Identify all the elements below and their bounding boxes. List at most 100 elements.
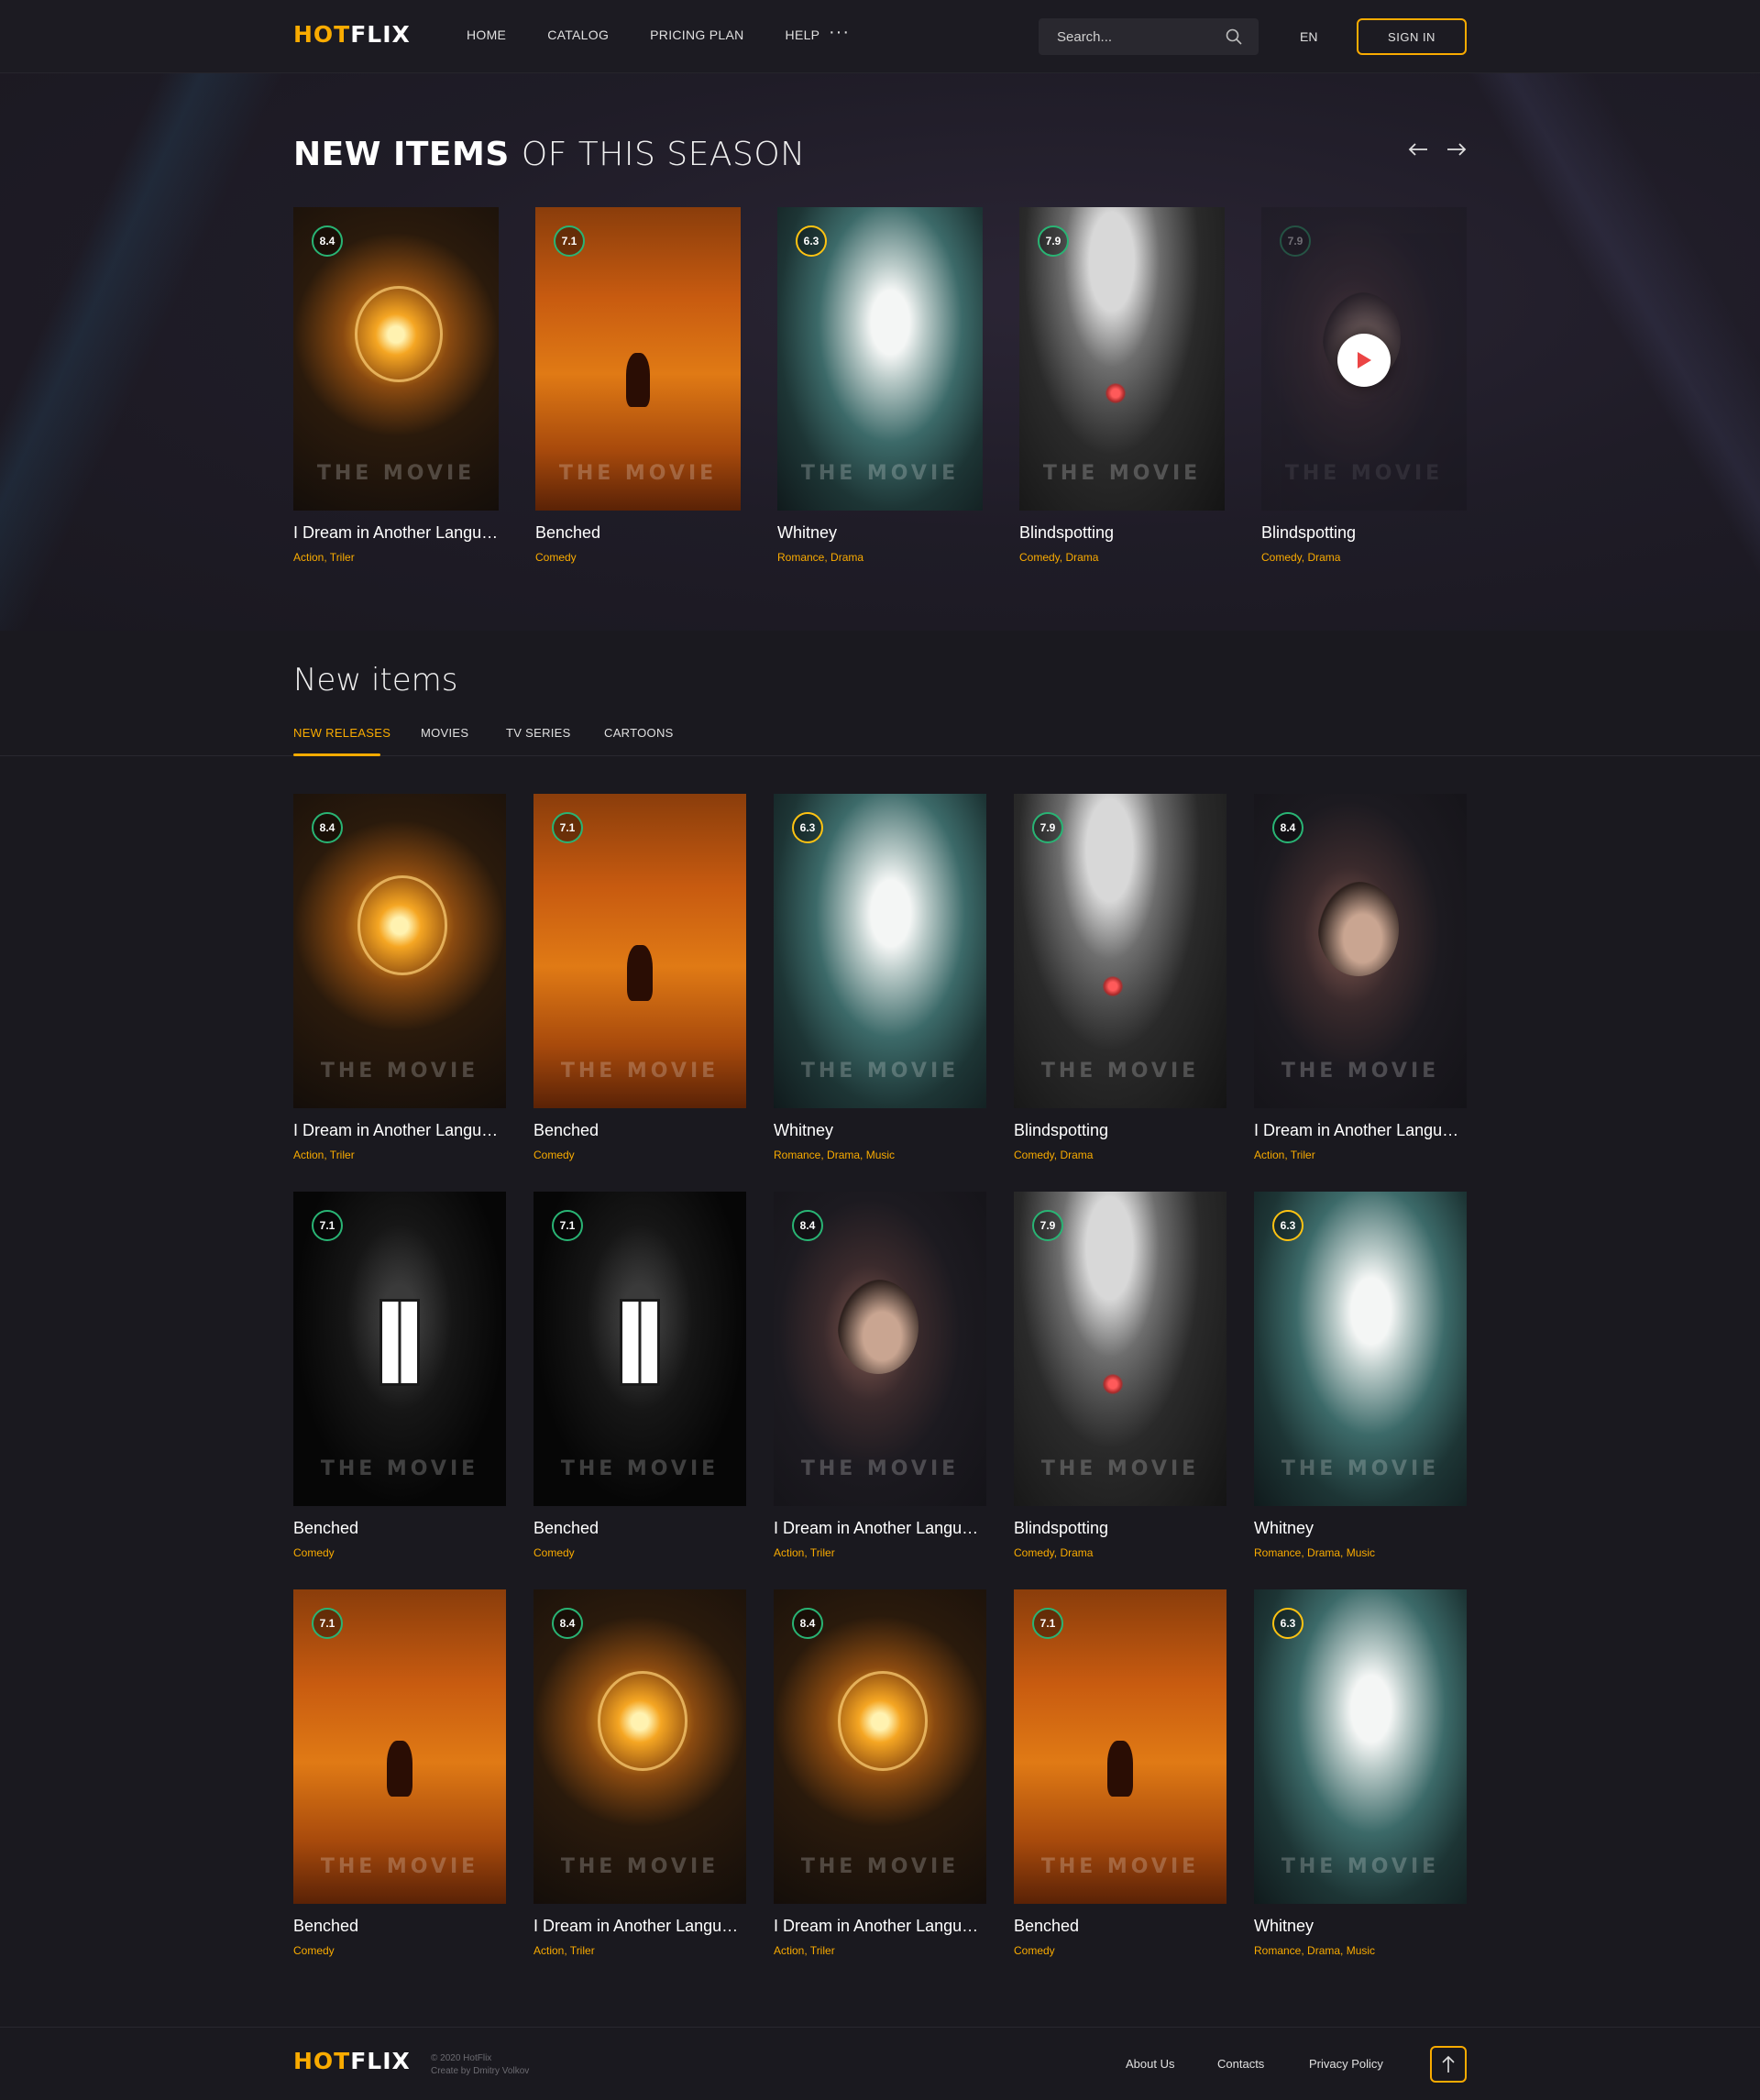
section-title: New items: [293, 662, 458, 698]
footer-link-privacy[interactable]: Privacy Policy: [1309, 2057, 1383, 2071]
movie-title[interactable]: Benched: [534, 1121, 746, 1140]
more-menu-icon[interactable]: ···: [829, 22, 850, 43]
hero-title-bold: NEW ITEMS: [293, 136, 510, 173]
nav-catalog[interactable]: CATALOG: [547, 27, 609, 42]
rating-badge: 8.4: [1272, 812, 1304, 843]
footer-logo-hot: HOT: [293, 2048, 351, 2074]
rating-badge: 8.4: [552, 1608, 583, 1639]
movie-title[interactable]: Benched: [535, 523, 741, 543]
arrow-left-icon[interactable]: [1408, 142, 1428, 161]
search-icon[interactable]: [1226, 28, 1242, 49]
language-selector[interactable]: EN: [1300, 29, 1317, 44]
movie-genres[interactable]: Comedy: [293, 1944, 335, 1957]
nav-pricing-plan[interactable]: PRICING PLAN: [650, 27, 743, 42]
rating-badge: 7.1: [552, 1210, 583, 1241]
movie-genres[interactable]: Action, Triler: [534, 1944, 595, 1957]
rating-badge: 7.9: [1032, 812, 1063, 843]
hero-title-light: OF THIS SEASON: [521, 136, 806, 173]
movie-title[interactable]: I Dream in Another Language: [534, 1917, 746, 1936]
movie-genres[interactable]: Comedy: [535, 551, 577, 564]
movie-genres[interactable]: Comedy: [534, 1149, 575, 1161]
movie-genres[interactable]: Action, Triler: [293, 1149, 355, 1161]
search-box: [1039, 18, 1259, 55]
tab-new-releases[interactable]: NEW RELEASES: [293, 726, 390, 740]
arrow-right-icon[interactable]: [1446, 142, 1467, 161]
poster-watermark: THE MOVIE: [1042, 462, 1202, 485]
sign-in-button[interactable]: SIGN IN: [1357, 18, 1467, 55]
rating-badge: 7.1: [552, 812, 583, 843]
poster-watermark: THE MOVIE: [560, 1457, 720, 1480]
movie-title[interactable]: Blindspotting: [1014, 1519, 1226, 1538]
rating-badge: 7.9: [1038, 225, 1069, 257]
movie-title[interactable]: Benched: [293, 1917, 506, 1936]
poster-watermark: THE MOVIE: [800, 462, 960, 485]
rating-badge: 8.4: [792, 1210, 823, 1241]
poster-watermark: THE MOVIE: [320, 1060, 479, 1083]
rating-badge: 7.1: [1032, 1608, 1063, 1639]
movie-genres[interactable]: Comedy: [1014, 1944, 1055, 1957]
movie-title[interactable]: I Dream in Another Language: [774, 1519, 986, 1538]
movie-genres[interactable]: Comedy, Drama: [1014, 1546, 1093, 1559]
movie-genres[interactable]: Comedy, Drama: [1261, 551, 1340, 564]
tab-tv-series[interactable]: TV SERIES: [506, 726, 571, 740]
movie-genres[interactable]: Comedy: [534, 1546, 575, 1559]
movie-title[interactable]: Blindspotting: [1014, 1121, 1226, 1140]
poster-watermark: THE MOVIE: [1281, 1457, 1440, 1480]
main-nav: HOME CATALOG PRICING PLAN HELP: [467, 27, 861, 42]
poster-watermark: THE MOVIE: [1040, 1855, 1200, 1878]
nav-help[interactable]: HELP: [786, 27, 820, 42]
rating-badge: 6.3: [796, 225, 827, 257]
hero-section: NEW ITEMS OF THIS SEASON THE MOVIE 8.4 I D…: [0, 73, 1760, 631]
poster-watermark: THE MOVIE: [1281, 1060, 1440, 1083]
rating-badge: 8.4: [792, 1608, 823, 1639]
movie-genres[interactable]: Romance, Drama, Music: [1254, 1546, 1375, 1559]
logo[interactable]: HOTFLIX: [293, 21, 411, 48]
movie-title[interactable]: Whitney: [774, 1121, 986, 1140]
search-input[interactable]: [1057, 27, 1222, 46]
movie-title[interactable]: Blindspotting: [1261, 523, 1467, 543]
scroll-to-top-icon[interactable]: [1430, 2046, 1467, 2083]
movie-genres[interactable]: Romance, Drama, Music: [1254, 1944, 1375, 1957]
movie-genres[interactable]: Comedy, Drama: [1014, 1149, 1093, 1161]
tab-cartoons[interactable]: CARTOONS: [604, 726, 674, 740]
movie-title[interactable]: Benched: [1014, 1917, 1226, 1936]
movie-genres[interactable]: Comedy, Drama: [1019, 551, 1098, 564]
movie-genres[interactable]: Comedy: [293, 1546, 335, 1559]
movie-title[interactable]: Benched: [534, 1519, 746, 1538]
movie-title[interactable]: I Dream in Another Language: [774, 1917, 986, 1936]
footer-logo[interactable]: HOTFLIX: [293, 2048, 411, 2074]
rating-badge: 6.3: [792, 812, 823, 843]
movie-genres[interactable]: Action, Triler: [293, 551, 355, 564]
logo-flix: FLIX: [350, 21, 411, 48]
movie-title[interactable]: Benched: [293, 1519, 506, 1538]
movie-title[interactable]: Blindspotting: [1019, 523, 1225, 543]
poster-watermark: THE MOVIE: [560, 1060, 720, 1083]
copyright-text: © 2020 HotFlix: [431, 2053, 492, 2063]
poster-watermark: THE MOVIE: [320, 1855, 479, 1878]
movie-title[interactable]: Whitney: [1254, 1519, 1467, 1538]
tabs-divider: [0, 755, 1760, 756]
movie-title[interactable]: Whitney: [1254, 1917, 1467, 1936]
movie-title[interactable]: I Dream in Another Language: [1254, 1121, 1467, 1140]
rating-badge: 7.1: [554, 225, 585, 257]
play-icon[interactable]: [1337, 334, 1391, 387]
rating-badge: 8.4: [312, 812, 343, 843]
movie-genres[interactable]: Action, Triler: [774, 1944, 835, 1957]
movie-title[interactable]: Whitney: [777, 523, 983, 543]
footer-logo-flix: FLIX: [350, 2048, 411, 2074]
logo-hot: HOT: [293, 21, 351, 48]
site-header: HOTFLIX HOME CATALOG PRICING PLAN HELP ·…: [0, 0, 1760, 73]
rating-badge: 6.3: [1272, 1608, 1304, 1639]
tab-movies[interactable]: MOVIES: [421, 726, 468, 740]
movie-genres[interactable]: Action, Triler: [1254, 1149, 1315, 1161]
nav-home[interactable]: HOME: [467, 27, 506, 42]
rating-badge: 7.1: [312, 1608, 343, 1639]
movie-title[interactable]: I Dream in Another Language: [293, 1121, 506, 1140]
movie-genres[interactable]: Action, Triler: [774, 1546, 835, 1559]
movie-genres[interactable]: Romance, Drama, Music: [774, 1149, 895, 1161]
movie-title[interactable]: I Dream in Another Language: [293, 523, 499, 543]
footer-link-contacts[interactable]: Contacts: [1217, 2057, 1264, 2071]
movie-genres[interactable]: Romance, Drama: [777, 551, 864, 564]
footer-link-about[interactable]: About Us: [1126, 2057, 1174, 2071]
poster-watermark: THE MOVIE: [560, 1855, 720, 1878]
